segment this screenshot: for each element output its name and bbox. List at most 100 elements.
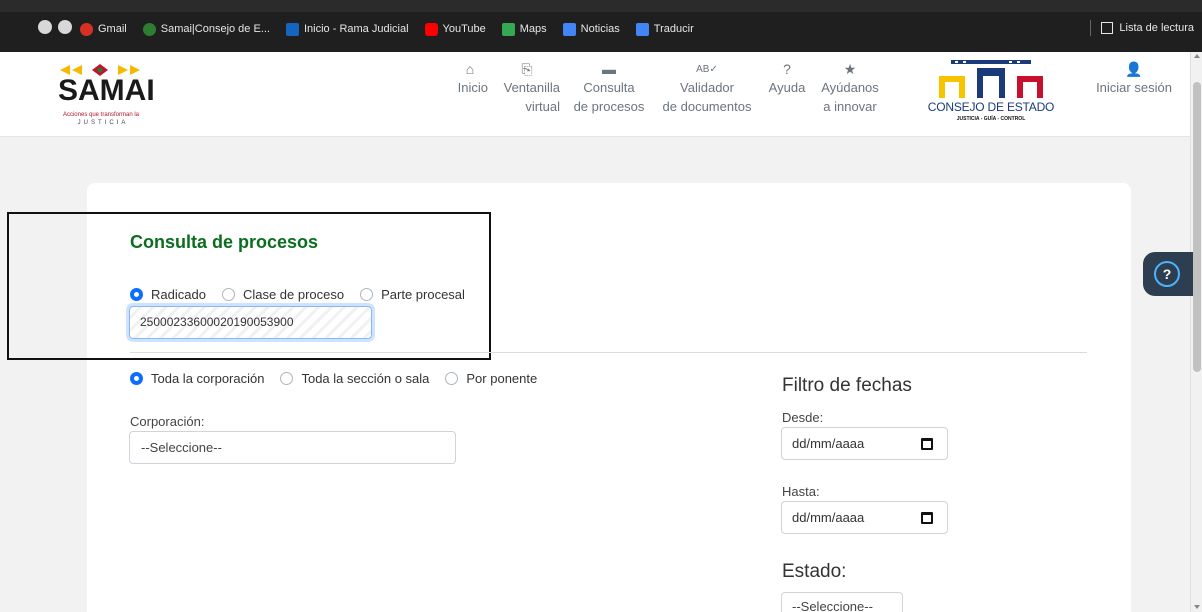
nav-label: Inicio: [457, 80, 488, 95]
date-placeholder: dd/mm/aaaa: [792, 436, 865, 451]
estado-title: Estado:: [782, 561, 847, 582]
desde-date-input[interactable]: dd/mm/aaaa: [781, 427, 948, 460]
bookmark-maps[interactable]: Maps: [501, 22, 547, 36]
folder-icon: ▬: [602, 61, 616, 77]
translate-icon: [635, 22, 649, 36]
bookmark-samai[interactable]: Samai|Consejo de E...: [142, 22, 270, 36]
nav-ventanilla-virtual[interactable]: ⎘ Ventanilla virtual: [494, 60, 560, 116]
bookmarks-list: Gmail Samai|Consejo de E... Inicio - Ram…: [80, 20, 710, 38]
window-icon: ⎘: [521, 61, 533, 77]
bookmark-rama-judicial[interactable]: Inicio - Rama Judicial: [285, 22, 409, 36]
browser-top-strip: [0, 0, 1202, 12]
bookmark-label: Samai|Consejo de E...: [160, 23, 270, 35]
nav-label-line2: a innovar: [823, 99, 877, 114]
radio-label[interactable]: Toda la sección o sala: [301, 371, 429, 386]
logo-subtag: JUSTICIA: [77, 120, 129, 126]
nav-label: Ayuda: [768, 80, 806, 95]
radio-label[interactable]: Toda la corporación: [151, 371, 264, 386]
nav-ayuda[interactable]: ? Ayuda: [765, 60, 809, 97]
logo-tagline: Acciones que transforman la: [62, 112, 140, 118]
date-placeholder: dd/mm/aaaa: [792, 510, 865, 525]
hasta-date-input[interactable]: dd/mm/aaaa: [781, 501, 948, 534]
radio-por-ponente[interactable]: [445, 372, 459, 385]
scroll-down-arrow-icon[interactable]: [1194, 605, 1200, 609]
samai-favicon: [142, 22, 156, 36]
bookmark-traducir[interactable]: Traducir: [635, 22, 694, 36]
radio-toda-corporacion[interactable]: [130, 372, 143, 385]
logo-text: SAMAI: [58, 74, 155, 107]
news-icon: [562, 22, 576, 36]
rama-judicial-icon: [285, 22, 299, 36]
radio-label[interactable]: Parte procesal: [381, 287, 465, 302]
globe-icon[interactable]: [38, 20, 52, 34]
bookmarks-bar: Gmail Samai|Consejo de E... Inicio - Ram…: [0, 0, 1202, 52]
help-floating-button[interactable]: ?: [1143, 252, 1193, 296]
gmail-icon: [80, 22, 93, 36]
bookmark-youtube[interactable]: YouTube: [424, 22, 486, 36]
radio-toda-seccion[interactable]: [280, 372, 294, 385]
spellcheck-icon: AB✓: [696, 64, 718, 75]
bookmark-gmail[interactable]: Gmail: [80, 22, 127, 36]
date-filter-title: Filtro de fechas: [782, 375, 912, 396]
calendar-icon[interactable]: [921, 438, 933, 450]
nav-inicio[interactable]: ⌂ Inicio: [452, 60, 488, 97]
nav-label: Ventanilla: [503, 80, 560, 95]
home-icon: ⌂: [465, 61, 475, 77]
reading-list-button[interactable]: Lista de lectura: [1090, 20, 1194, 36]
scroll-up-arrow-icon[interactable]: [1194, 54, 1200, 58]
page-scrollbar[interactable]: [1190, 52, 1202, 612]
nav-validador-documentos[interactable]: AB✓ Validador de documentos: [655, 60, 759, 116]
bookmark-noticias[interactable]: Noticias: [562, 22, 620, 36]
hasta-label: Hasta:: [782, 484, 820, 499]
bookmark-label: Traducir: [653, 23, 694, 35]
help-circle-icon: ?: [783, 61, 791, 77]
youtube-icon: [424, 22, 438, 36]
consejo-motto: JUSTICIA - GUÍA - CONTROL: [956, 116, 1026, 122]
nav-consulta-procesos[interactable]: ▬ Consulta de procesos: [569, 60, 649, 116]
bookmark-label: YouTube: [442, 23, 486, 35]
radio-label[interactable]: Clase de proceso: [243, 287, 344, 302]
nav-label-line2: de documentos: [662, 99, 752, 114]
search-mode-group: Radicado Clase de proceso Parte procesal: [130, 287, 481, 302]
radio-clase-proceso[interactable]: [221, 288, 235, 301]
radicado-input[interactable]: 25000233600020190053900: [129, 306, 372, 339]
reading-list-icon: [1101, 22, 1114, 34]
user-check-icon: 👤: [1125, 61, 1143, 77]
page-title: Consulta de procesos: [130, 232, 319, 252]
calendar-icon[interactable]: [921, 512, 933, 524]
consejo-de-estado-logo[interactable]: CONSEJO DE ESTADO JUSTICIA - GUÍA - CONT…: [921, 58, 1061, 130]
samai-logo[interactable]: SAMAI Acciones que transforman la JUSTIC…: [36, 62, 166, 132]
question-icon: ?: [1154, 261, 1180, 287]
divider: [130, 352, 1087, 353]
consejo-name: CONSEJO DE ESTADO: [927, 100, 1055, 114]
nav-label-line2: virtual: [525, 99, 560, 114]
nav-label: Validador: [680, 80, 734, 95]
bookmark-label: Maps: [519, 23, 547, 35]
corporacion-select[interactable]: --Seleccione--: [129, 431, 456, 464]
radio-label[interactable]: Por ponente: [466, 371, 537, 386]
star-icon: ★: [843, 61, 857, 77]
estado-select[interactable]: --Seleccione--: [781, 592, 903, 612]
globe-icon-2[interactable]: [58, 20, 72, 34]
desde-label: Desde:: [782, 410, 824, 425]
bookmark-label: Gmail: [98, 23, 127, 35]
radio-parte-procesal[interactable]: [360, 288, 374, 301]
separator: [1090, 20, 1092, 36]
consejo-building-icon: [939, 60, 1043, 98]
nav-label: Consulta: [583, 80, 635, 95]
reading-list-label: Lista de lectura: [1119, 22, 1194, 34]
radio-radicado[interactable]: [130, 288, 143, 301]
nav-label-line2: de procesos: [573, 99, 645, 114]
nav-ayudanos-innovar[interactable]: ★ Ayúdanos a innovar: [816, 60, 884, 116]
login-label: Iniciar sesión: [1096, 80, 1172, 95]
site-header: SAMAI Acciones que transforman la JUSTIC…: [0, 52, 1190, 137]
nav-label: Ayúdanos: [821, 80, 879, 95]
scrollbar-thumb[interactable]: [1193, 82, 1201, 372]
bookmark-label: Noticias: [580, 23, 620, 35]
corporacion-label: Corporación:: [130, 414, 205, 429]
maps-icon: [501, 22, 515, 36]
bookmark-label: Inicio - Rama Judicial: [303, 23, 409, 35]
login-button[interactable]: 👤 Iniciar sesión: [1094, 60, 1174, 97]
scope-group: Toda la corporación Toda la sección o sa…: [130, 371, 553, 386]
radio-label[interactable]: Radicado: [151, 287, 206, 302]
